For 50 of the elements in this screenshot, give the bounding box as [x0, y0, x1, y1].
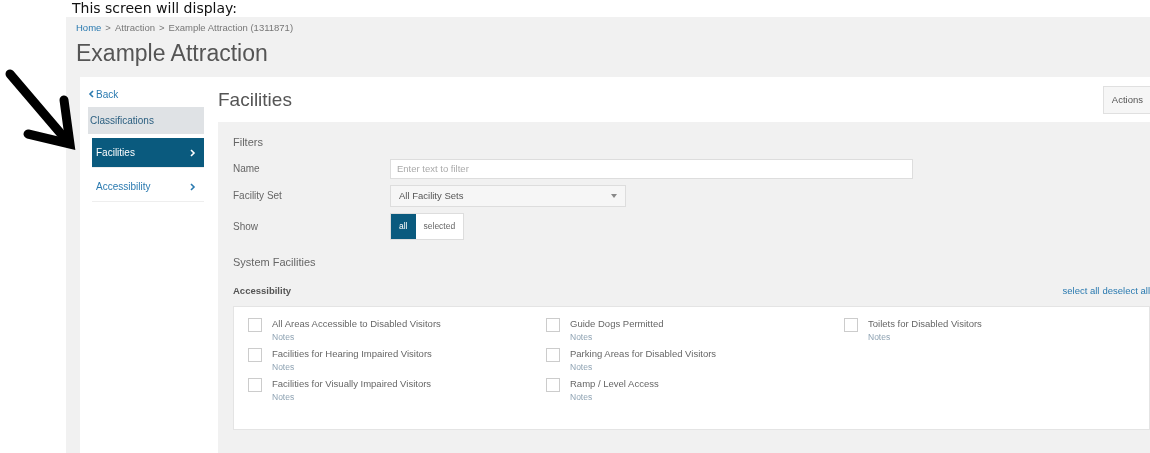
checkbox[interactable] [546, 378, 560, 393]
notes-label: Notes [570, 331, 594, 344]
notes-label: Notes [570, 391, 594, 404]
chevron-icon [190, 148, 196, 157]
breadcrumb-separator: > [105, 21, 111, 35]
section-title: System Facilities [233, 254, 317, 270]
actions-button[interactable]: Actions [1102, 85, 1150, 114]
toggle-option[interactable]: selected [415, 213, 464, 239]
facility-label: All Areas Accessible to Disabled Visitors [272, 317, 441, 332]
breadcrumb-link[interactable]: Home [76, 21, 102, 36]
caret-icon [611, 193, 617, 198]
name-filter-field[interactable]: Enter text to filter [390, 158, 913, 179]
breadcrumb-separator: > [159, 21, 165, 35]
sidebar-item[interactable]: Facilities [92, 138, 204, 169]
group-title: Accessibility [233, 284, 292, 298]
field-label: Facility Set [233, 189, 283, 204]
facility-label: Facilities for Hearing Impaired Visitors [272, 347, 432, 362]
page-title: Example Attraction [75, 39, 269, 68]
toggle-option[interactable]: all [391, 213, 416, 239]
facility-label: Parking Areas for Disabled Visitors [570, 347, 717, 362]
facility-label: Guide Dogs Permitted [570, 317, 664, 332]
checkbox[interactable] [844, 318, 858, 333]
facility-label: Toilets for Disabled Visitors [868, 317, 982, 332]
back-link[interactable]: Back [88, 86, 119, 102]
section-heading: Facilities [218, 87, 292, 112]
chevron-icon [88, 90, 94, 99]
notes-label: Notes [868, 331, 892, 344]
chevron-icon [190, 182, 196, 191]
checkbox[interactable] [546, 348, 560, 363]
filters-title: Filters [233, 135, 264, 151]
breadcrumb-item: Example Attraction (1311871) [168, 21, 294, 35]
checkbox[interactable] [248, 378, 262, 393]
notes-label: Notes [570, 361, 594, 374]
field-label: Show [233, 219, 259, 234]
caption-text: This screen will display: [71, 0, 239, 17]
facility-label: Facilities for Visually Impaired Visitors [272, 377, 432, 392]
notes-label: Notes [272, 361, 296, 374]
select-link[interactable]: deselect all [1102, 284, 1150, 299]
checkbox[interactable] [546, 318, 560, 333]
notes-label: Notes [272, 331, 296, 344]
facility-label: Ramp / Level Access [570, 377, 659, 392]
checkbox[interactable] [248, 318, 262, 333]
field-label: Name [233, 162, 261, 177]
sidebar-item[interactable]: Accessibility [92, 172, 204, 203]
select-link[interactable]: select all [1062, 284, 1100, 299]
sidebar-group-header: Classifications [88, 107, 204, 135]
notes-label: Notes [272, 391, 296, 404]
facility-set-dropdown[interactable]: All Facility Sets [390, 184, 626, 207]
breadcrumb-item: Attraction [114, 21, 156, 35]
checkbox[interactable] [248, 348, 262, 363]
